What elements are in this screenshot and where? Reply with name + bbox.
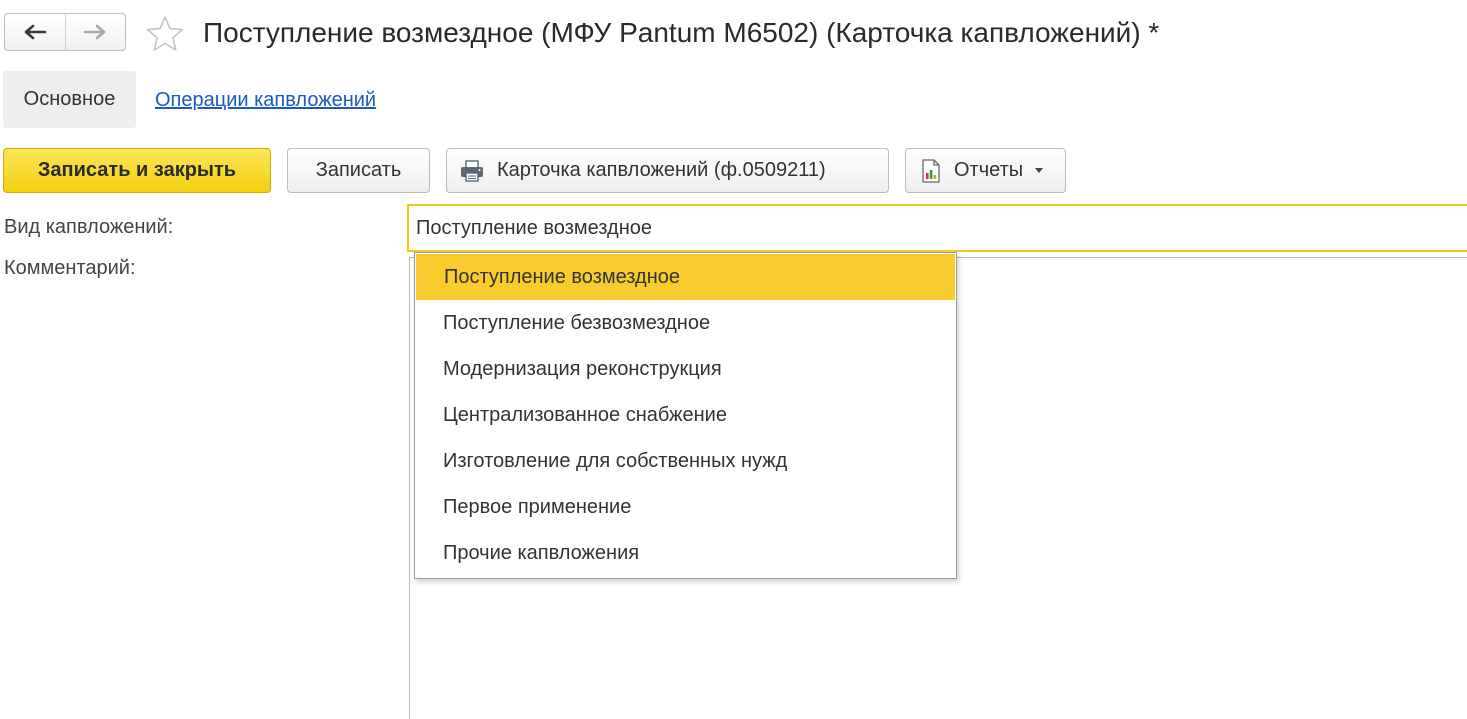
back-button[interactable] xyxy=(5,14,65,50)
save-and-close-button[interactable]: Записать и закрыть xyxy=(3,148,271,193)
dropdown-option[interactable]: Изготовление для собственных нужд xyxy=(415,438,956,484)
kind-label: Вид капвложений: xyxy=(4,216,174,238)
forward-button[interactable] xyxy=(64,14,126,50)
report-chart-icon xyxy=(920,158,942,183)
tab-main[interactable]: Основное xyxy=(3,71,136,128)
dropdown-option[interactable]: Прочие капвложения xyxy=(415,530,956,576)
arrow-right-icon xyxy=(83,24,106,40)
dropdown-option[interactable]: Поступление безвозмездное xyxy=(415,300,956,346)
page-title: Поступление возмездное (МФУ Pantum M6502… xyxy=(203,17,1160,48)
tab-operations-link[interactable]: Операции капвложений xyxy=(155,86,376,114)
kind-dropdown-list: Поступление возмездное Поступление безво… xyxy=(414,252,957,579)
dropdown-option[interactable]: Модернизация реконструкция xyxy=(415,346,956,392)
chevron-down-icon xyxy=(1035,167,1044,174)
kind-select-field[interactable]: Поступление возмездное xyxy=(407,204,1467,252)
reports-button[interactable]: Отчеты xyxy=(905,148,1066,193)
print-card-button[interactable]: Карточка капвложений (ф.0509211) xyxy=(446,148,889,193)
save-button[interactable]: Записать xyxy=(287,148,430,193)
reports-label: Отчеты xyxy=(954,159,1024,181)
favorite-button[interactable] xyxy=(145,14,185,54)
document-form: Поступление возмездное (МФУ Pantum M6502… xyxy=(0,0,1467,719)
navigation-buttons xyxy=(4,13,126,51)
dropdown-option[interactable]: Первое применение xyxy=(415,484,956,530)
dropdown-option[interactable]: Централизованное снабжение xyxy=(415,392,956,438)
comment-label: Комментарий: xyxy=(4,257,136,279)
printer-icon xyxy=(459,159,485,183)
print-card-label: Карточка капвложений (ф.0509211) xyxy=(497,159,826,181)
arrow-left-icon xyxy=(24,24,47,40)
star-icon xyxy=(146,16,184,51)
dropdown-option[interactable]: Поступление возмездное xyxy=(416,254,955,300)
